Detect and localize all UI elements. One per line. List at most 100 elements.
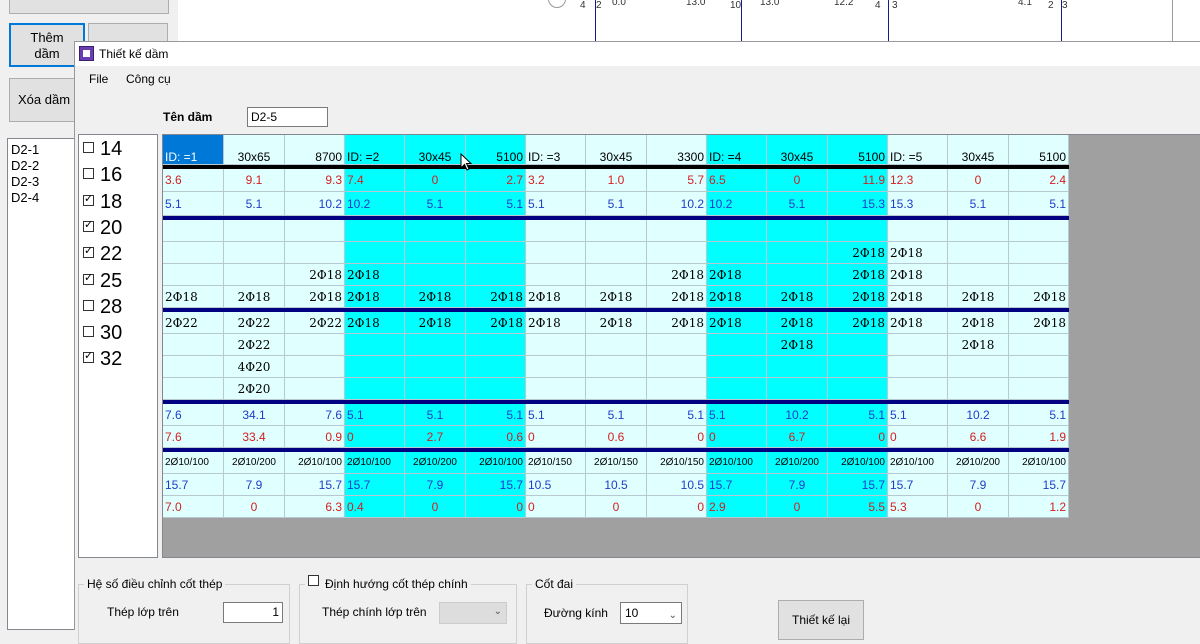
grid-cell[interactable]: 2Φ18 xyxy=(888,264,948,286)
grid-cell[interactable]: 2Ø10/100 xyxy=(345,452,405,474)
grid-cell[interactable] xyxy=(828,378,888,400)
grid-cell[interactable]: 7.6 xyxy=(285,404,345,426)
grid-cell[interactable]: 6.3 xyxy=(285,496,345,518)
grid-cell[interactable]: 0 xyxy=(948,496,1009,518)
grid-cell[interactable] xyxy=(466,264,526,286)
main-steel-top-select[interactable]: ⌄ xyxy=(439,602,507,624)
grid-cell[interactable] xyxy=(466,334,526,356)
grid-cell[interactable]: 5.1 xyxy=(707,404,767,426)
grid-cell[interactable]: 2Φ18 xyxy=(285,286,345,308)
grid-cell[interactable] xyxy=(707,242,767,264)
diameter-checkbox[interactable] xyxy=(83,326,94,338)
grid-cell[interactable]: 9.3 xyxy=(285,169,345,192)
grid-cell[interactable]: 10.5 xyxy=(526,474,586,496)
menu-file[interactable]: File xyxy=(89,72,108,86)
beam-name-input[interactable]: D2-5 xyxy=(247,107,328,127)
grid-cell[interactable]: 0 xyxy=(224,496,285,518)
grid-cell[interactable] xyxy=(647,378,707,400)
grid-cell[interactable]: 5.1 xyxy=(526,404,586,426)
grid-cell[interactable] xyxy=(345,220,405,242)
grid-cell[interactable]: 2Φ18 xyxy=(586,312,647,334)
diameter-checkbox[interactable] xyxy=(83,299,94,311)
diameter-checkbox[interactable] xyxy=(83,269,94,287)
grid-cell[interactable]: 5.1 xyxy=(526,192,586,216)
grid-cell[interactable]: 2Φ18 xyxy=(828,312,888,334)
diameter-item[interactable]: 22 xyxy=(83,241,122,267)
grid-cell[interactable]: 2Ø10/150 xyxy=(526,452,586,474)
grid-cell[interactable]: 2Ø10/200 xyxy=(224,452,285,474)
grid-cell[interactable]: 2Φ18 xyxy=(828,242,888,264)
grid-cell[interactable] xyxy=(888,356,948,378)
grid-cell[interactable] xyxy=(466,242,526,264)
grid-header-cell[interactable]: 30x45 xyxy=(948,135,1009,165)
grid-cell[interactable] xyxy=(948,264,1009,286)
menu-tools[interactable]: Công cụ xyxy=(126,72,171,86)
grid-cell[interactable] xyxy=(586,334,647,356)
grid-cell[interactable]: 0.6 xyxy=(466,426,526,448)
grid-cell[interactable]: 5.1 xyxy=(948,192,1009,216)
diameter-checkbox[interactable] xyxy=(83,242,94,260)
top-steel-input[interactable]: 1 xyxy=(223,602,283,623)
grid-cell[interactable] xyxy=(707,220,767,242)
grid-cell[interactable] xyxy=(828,356,888,378)
grid-cell[interactable]: 15.7 xyxy=(707,474,767,496)
grid-header-cell[interactable]: ID: =1 xyxy=(163,135,224,165)
grid-cell[interactable]: 3.2 xyxy=(526,169,586,192)
grid-cell[interactable]: 2Φ18 xyxy=(466,286,526,308)
grid-cell[interactable]: 7.9 xyxy=(767,474,828,496)
diameter-checkbox[interactable] xyxy=(83,216,94,234)
grid-cell[interactable]: 2Φ18 xyxy=(345,264,405,286)
diameter-item[interactable]: 16 xyxy=(83,162,122,188)
grid-cell[interactable]: 2Φ18 xyxy=(345,312,405,334)
grid-cell[interactable]: 0 xyxy=(767,169,828,192)
diameter-checkbox[interactable] xyxy=(83,142,94,153)
grid-cell[interactable]: 0 xyxy=(647,496,707,518)
grid-cell[interactable]: 0.9 xyxy=(285,426,345,448)
redesign-button[interactable]: Thiết kế lại xyxy=(778,600,864,640)
grid-cell[interactable]: 2Φ18 xyxy=(163,286,224,308)
grid-cell[interactable]: 7.6 xyxy=(163,426,224,448)
grid-cell[interactable]: 2Ø10/100 xyxy=(828,452,888,474)
grid-cell[interactable]: 15.7 xyxy=(466,474,526,496)
grid-cell[interactable]: 6.7 xyxy=(767,426,828,448)
diameter-checkbox[interactable] xyxy=(83,190,94,208)
grid-cell[interactable] xyxy=(586,264,647,286)
grid-header-cell[interactable]: 3300 xyxy=(647,135,707,165)
grid-cell[interactable]: 7.9 xyxy=(948,474,1009,496)
grid-cell[interactable]: 2Φ18 xyxy=(285,264,345,286)
grid-cell[interactable] xyxy=(466,356,526,378)
grid-cell[interactable]: 5.1 xyxy=(647,404,707,426)
grid-cell[interactable] xyxy=(948,242,1009,264)
grid-cell[interactable]: 2Φ18 xyxy=(767,334,828,356)
grid-cell[interactable] xyxy=(163,220,224,242)
grid-cell[interactable]: 5.1 xyxy=(888,404,948,426)
grid-cell[interactable] xyxy=(1009,334,1069,356)
diameter-item[interactable]: 30 xyxy=(83,320,122,346)
grid-cell[interactable]: 2Φ18 xyxy=(888,242,948,264)
orientation-checkbox[interactable] xyxy=(308,575,319,586)
grid-cell[interactable] xyxy=(224,264,285,286)
grid-cell[interactable]: 3.6 xyxy=(163,169,224,192)
grid-cell[interactable] xyxy=(405,220,466,242)
grid-cell[interactable]: 5.1 xyxy=(466,404,526,426)
grid-cell[interactable] xyxy=(163,264,224,286)
grid-cell[interactable] xyxy=(285,334,345,356)
grid-cell[interactable]: 2Φ18 xyxy=(586,286,647,308)
grid-cell[interactable] xyxy=(767,264,828,286)
grid-cell[interactable]: 5.1 xyxy=(345,404,405,426)
grid-cell[interactable]: 2Φ22 xyxy=(224,334,285,356)
grid-cell[interactable]: 2Φ18 xyxy=(948,312,1009,334)
grid-cell[interactable]: 2Φ18 xyxy=(405,286,466,308)
group-main-steel-orientation-title[interactable]: Định hướng cốt thép chính xyxy=(305,575,471,591)
grid-cell[interactable]: 15.7 xyxy=(828,474,888,496)
grid-cell[interactable]: 11.9 xyxy=(828,169,888,192)
grid-cell[interactable]: 2Φ18 xyxy=(707,312,767,334)
grid-cell[interactable]: 0 xyxy=(526,426,586,448)
grid-cell[interactable]: 2Ø10/100 xyxy=(285,452,345,474)
grid-cell[interactable]: 2Φ18 xyxy=(1009,286,1069,308)
grid-cell[interactable]: 2Ø10/150 xyxy=(647,452,707,474)
grid-cell[interactable] xyxy=(163,334,224,356)
grid-cell[interactable]: 2Ø10/100 xyxy=(888,452,948,474)
grid-cell[interactable] xyxy=(888,220,948,242)
grid-cell[interactable] xyxy=(948,220,1009,242)
